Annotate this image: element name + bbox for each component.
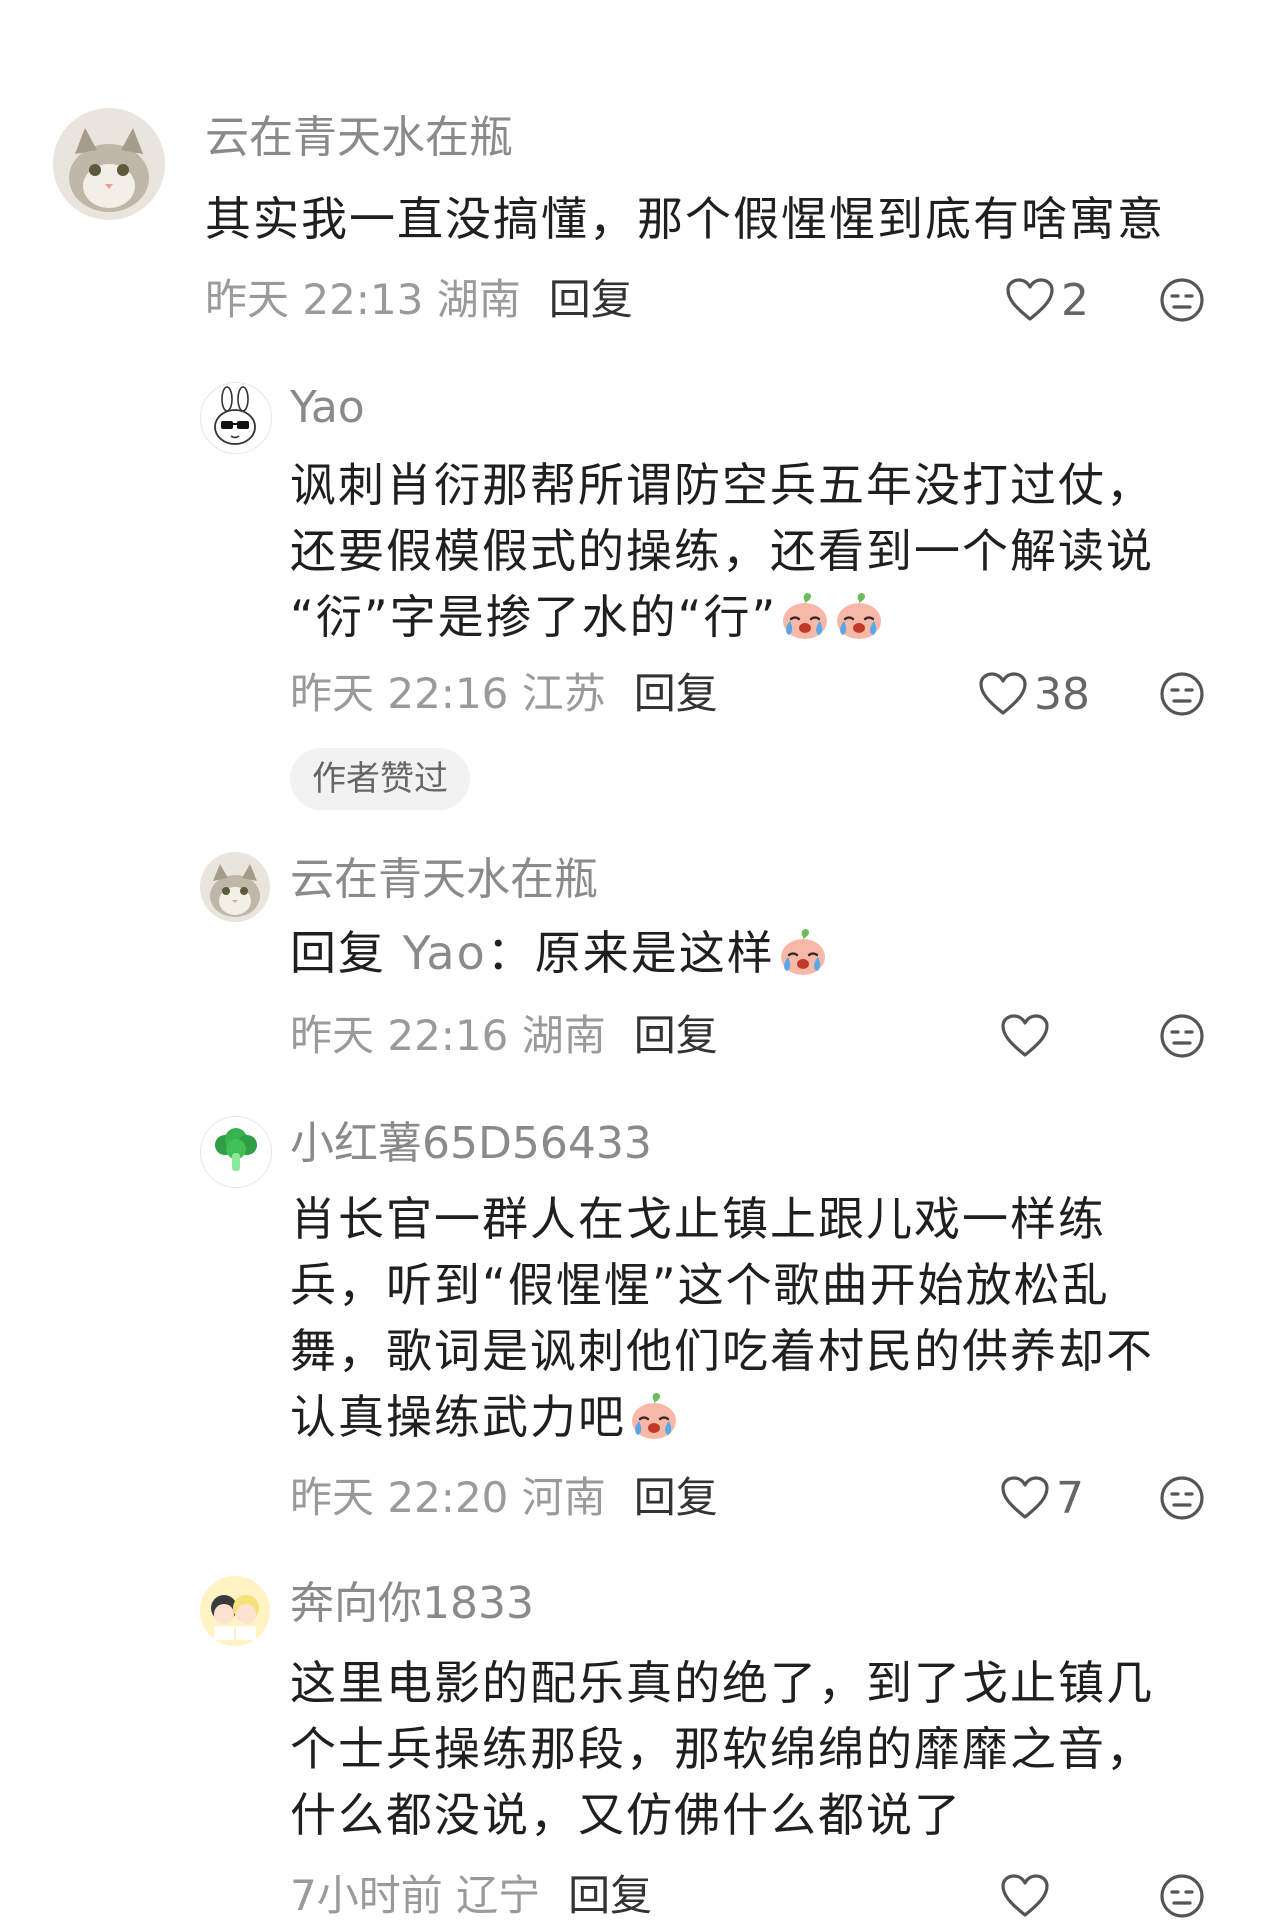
avatar[interactable] (200, 1576, 270, 1646)
text-line: 认真操练武力吧 (290, 1384, 1154, 1450)
comment-text: 这里电影的配乐真的绝了，到了戈止镇几 个士兵操练那段，那软绵绵的靡靡之音， 什么… (290, 1650, 1154, 1848)
like-count: 2 (1061, 274, 1089, 326)
username[interactable]: Yao (290, 380, 365, 436)
comment-meta: 7小时前 辽宁 回复 (290, 1868, 652, 1924)
text-line: 兵，听到“假惺惺”这个歌曲开始放松乱 (290, 1258, 1110, 1312)
comment-text: 回复 Yao：原来是这样 (290, 920, 829, 986)
username[interactable]: 奔向你1833 (290, 1576, 534, 1632)
cartoon-couple-avatar-icon (200, 1576, 270, 1646)
heart-outline-icon (1000, 1475, 1050, 1521)
text-line: 舞，歌词是讽刺他们吃着村民的供养却不 (290, 1324, 1154, 1378)
username[interactable]: 云在青天水在瓶 (290, 852, 598, 908)
dislike-button[interactable] (1158, 276, 1206, 324)
author-liked-badge: 作者赞过 (290, 748, 470, 810)
comment-text: 肖长官一群人在戈止镇上跟儿戏一样练 兵，听到“假惺惺”这个歌曲开始放松乱 舞，歌… (290, 1186, 1154, 1450)
neutral-face-icon (1158, 276, 1206, 324)
text-line: 肖长官一群人在戈止镇上跟儿戏一样练 (290, 1192, 1106, 1246)
reply-to-username[interactable]: Yao (403, 926, 487, 980)
comment-meta: 昨天 22:13 湖南 回复 (205, 272, 633, 328)
username[interactable]: 小红薯65D56433 (290, 1116, 652, 1172)
comment-meta: 昨天 22:16 江苏 回复 (290, 666, 718, 722)
avatar[interactable] (200, 852, 270, 922)
crying-peach-emoji (779, 589, 831, 641)
crying-peach-emoji (628, 1389, 680, 1441)
like-count: 38 (1034, 668, 1090, 720)
comment-meta: 昨天 22:20 河南 回复 (290, 1470, 718, 1526)
timestamp-location: 7小时前 辽宁 (290, 1871, 541, 1920)
avatar[interactable] (200, 1116, 272, 1188)
dislike-button[interactable] (1158, 1872, 1206, 1920)
crying-peach-emoji (833, 589, 885, 641)
reply-button[interactable]: 回复 (634, 1473, 718, 1522)
broccoli-avatar-icon (201, 1117, 271, 1187)
reply-text: ：原来是这样 (486, 926, 775, 980)
reply-prefix: 回复 (290, 926, 386, 980)
reply-button[interactable]: 回复 (634, 669, 718, 718)
comment-meta: 昨天 22:16 湖南 回复 (290, 1008, 718, 1064)
text-line-content: “衍”字是掺了水的“行” (290, 590, 778, 644)
like-button[interactable]: 38 (978, 666, 1090, 722)
reply-button[interactable]: 回复 (549, 275, 633, 324)
heart-outline-icon (1000, 1013, 1050, 1059)
text-line: 还要假模假式的操练，还看到一个解读说 (290, 524, 1154, 578)
neutral-face-icon (1158, 1872, 1206, 1920)
bunny-avatar-icon (201, 383, 271, 453)
like-button[interactable] (1000, 1868, 1056, 1924)
crying-peach-emoji (777, 925, 829, 977)
like-count: 7 (1056, 1472, 1084, 1524)
timestamp-location: 昨天 22:13 湖南 (205, 275, 521, 324)
text-line: 个士兵操练那段，那软绵绵的靡靡之音， (290, 1722, 1154, 1776)
text-line: 这里电影的配乐真的绝了，到了戈止镇几 (290, 1656, 1154, 1710)
timestamp-location: 昨天 22:16 江苏 (290, 669, 606, 718)
heart-outline-icon (1000, 1873, 1050, 1919)
reply-button[interactable]: 回复 (634, 1011, 718, 1060)
cat-avatar-icon (53, 108, 165, 220)
dislike-button[interactable] (1158, 670, 1206, 718)
text-line: 什么都没说，又仿佛什么都说了 (290, 1788, 962, 1842)
heart-outline-icon (978, 671, 1028, 717)
comment-text: 讽刺肖衍那帮所谓防空兵五年没打过仗， 还要假模假式的操练，还看到一个解读说 “衍… (290, 452, 1154, 650)
like-button[interactable]: 2 (1005, 272, 1089, 328)
like-button[interactable]: 7 (1000, 1470, 1084, 1526)
cat-avatar-icon (200, 852, 270, 922)
dislike-button[interactable] (1158, 1012, 1206, 1060)
text-line-content: 认真操练武力吧 (290, 1390, 626, 1444)
timestamp-location: 昨天 22:20 河南 (290, 1473, 606, 1522)
dislike-button[interactable] (1158, 1474, 1206, 1522)
text-line: “衍”字是掺了水的“行” (290, 584, 1154, 650)
neutral-face-icon (1158, 670, 1206, 718)
text-line: 讽刺肖衍那帮所谓防空兵五年没打过仗， (290, 458, 1154, 512)
comment-text: 其实我一直没搞懂，那个假惺惺到底有啥寓意 (205, 192, 1165, 246)
avatar[interactable] (200, 382, 272, 454)
neutral-face-icon (1158, 1474, 1206, 1522)
reply-button[interactable]: 回复 (568, 1871, 652, 1920)
like-button[interactable] (1000, 1008, 1056, 1064)
heart-outline-icon (1005, 277, 1055, 323)
timestamp-location: 昨天 22:16 湖南 (290, 1011, 606, 1060)
username[interactable]: 云在青天水在瓶 (205, 110, 513, 166)
neutral-face-icon (1158, 1012, 1206, 1060)
avatar[interactable] (53, 108, 165, 220)
